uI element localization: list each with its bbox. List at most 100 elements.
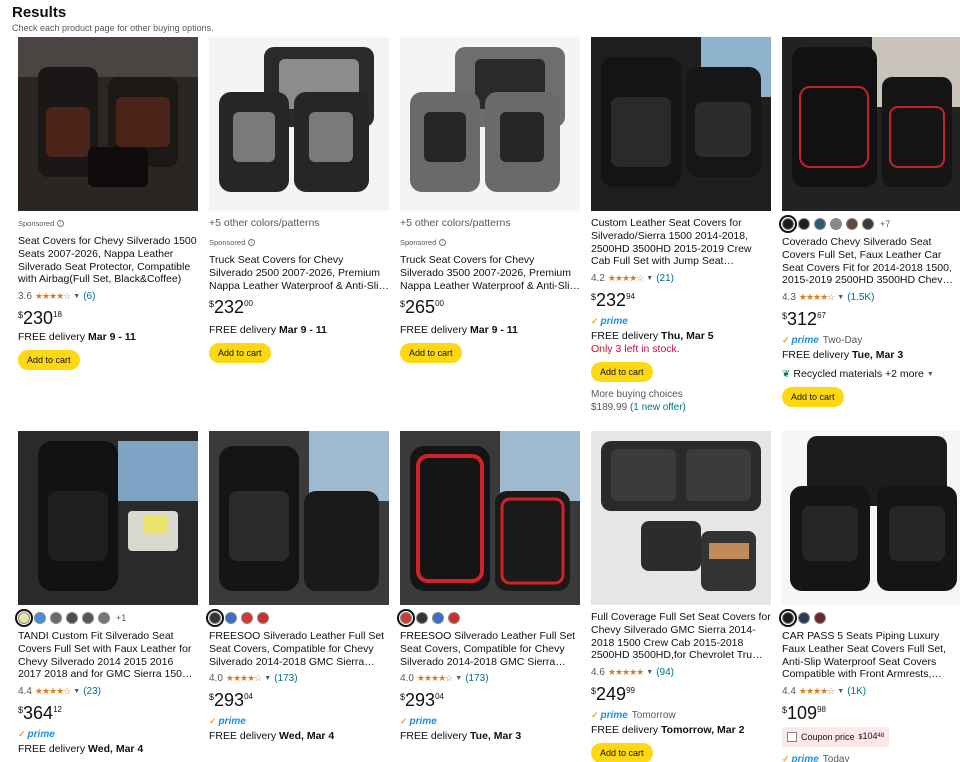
add-to-cart-button[interactable]: Add to cart: [782, 387, 844, 408]
sponsored-label[interactable]: Sponsored i: [209, 236, 389, 249]
star-rating-icon[interactable]: ★★★★☆: [35, 685, 71, 698]
info-icon[interactable]: i: [439, 239, 447, 246]
swatch[interactable]: [448, 612, 460, 624]
swatch[interactable]: [15, 609, 33, 627]
swatch[interactable]: [225, 612, 237, 624]
swatch[interactable]: [862, 218, 874, 230]
product-title[interactable]: Truck Seat Covers for Chevy Silverado 35…: [400, 254, 580, 292]
swatch[interactable]: [82, 612, 94, 624]
swatch[interactable]: [779, 215, 797, 233]
price[interactable]: $232 00: [209, 298, 389, 316]
chevron-down-icon[interactable]: ▼: [73, 685, 80, 698]
swatch[interactable]: [846, 218, 858, 230]
product-image[interactable]: [782, 37, 960, 211]
product-title[interactable]: Full Coverage Full Set Seat Covers for C…: [591, 611, 771, 662]
product-title[interactable]: FREESOO Silverado Leather Full Set Seat …: [209, 630, 389, 668]
rating-row[interactable]: 4.2 ★★★★☆ ▼ (21): [591, 272, 771, 285]
chevron-down-icon[interactable]: ▼: [837, 291, 844, 304]
product-image[interactable]: [400, 37, 580, 211]
chevron-down-icon[interactable]: ▼: [837, 685, 844, 698]
price[interactable]: $265 00: [400, 298, 580, 316]
product-title[interactable]: Coverado Chevy Silverado Seat Covers Ful…: [782, 236, 960, 287]
swatch[interactable]: [34, 612, 46, 624]
price[interactable]: $293 04: [209, 691, 389, 709]
info-icon[interactable]: i: [57, 220, 65, 227]
star-rating-icon[interactable]: ★★★★☆: [799, 291, 835, 304]
recycled-materials[interactable]: ❦ Recycled materials +2 more ▼: [782, 368, 960, 381]
review-count[interactable]: (173): [274, 672, 297, 685]
chevron-down-icon[interactable]: ▼: [646, 666, 653, 679]
product-image[interactable]: [18, 37, 198, 211]
swatch[interactable]: [206, 609, 224, 627]
product-title[interactable]: Seat Covers for Chevy Silverado 1500 Sea…: [18, 235, 198, 286]
coupon-checkbox[interactable]: [787, 732, 797, 743]
swatch[interactable]: [830, 218, 842, 230]
price[interactable]: $249 99: [591, 685, 771, 703]
info-icon[interactable]: i: [248, 239, 256, 246]
swatch[interactable]: [98, 612, 110, 624]
product-image[interactable]: [209, 37, 389, 211]
chevron-down-icon[interactable]: ▼: [264, 672, 271, 685]
review-count[interactable]: (1K): [847, 685, 866, 698]
review-count[interactable]: (21): [656, 272, 674, 285]
review-count[interactable]: (1.5K): [847, 291, 874, 304]
chevron-down-icon[interactable]: ▼: [73, 290, 80, 303]
rating-row[interactable]: 4.4 ★★★★☆ ▼ (1K): [782, 685, 960, 698]
star-rating-icon[interactable]: ★★★★☆: [226, 672, 262, 685]
new-offer-link[interactable]: (1 new offer): [630, 402, 686, 413]
colors-link[interactable]: +5 other colors/patterns: [209, 217, 389, 230]
rating-row[interactable]: 4.6 ★★★★★ ▼ (94): [591, 666, 771, 679]
rating-row[interactable]: 4.3 ★★★★☆ ▼ (1.5K): [782, 291, 960, 304]
product-image[interactable]: [400, 431, 580, 605]
rating-row[interactable]: 4.0 ★★★★☆ ▼ (173): [209, 672, 389, 685]
product-image[interactable]: [209, 431, 389, 605]
chevron-down-icon[interactable]: ▼: [927, 368, 934, 381]
swatch[interactable]: [779, 609, 797, 627]
chevron-down-icon[interactable]: ▼: [646, 272, 653, 285]
swatch[interactable]: [798, 612, 810, 624]
more-swatches[interactable]: +1: [116, 612, 126, 625]
colors-link[interactable]: +5 other colors/patterns: [400, 217, 580, 230]
rating-row[interactable]: 4.0 ★★★★☆ ▼ (173): [400, 672, 580, 685]
sponsored-label[interactable]: Sponsored i: [18, 217, 198, 230]
price[interactable]: $312 67: [782, 310, 960, 328]
add-to-cart-button[interactable]: Add to cart: [18, 350, 80, 371]
product-title[interactable]: TANDI Custom Fit Silverado Seat Covers F…: [18, 630, 198, 681]
product-title[interactable]: CAR PASS 5 Seats Piping Luxury Faux Leat…: [782, 630, 960, 681]
product-image[interactable]: [591, 431, 771, 605]
more-swatches[interactable]: +7: [880, 218, 890, 231]
swatch[interactable]: [432, 612, 444, 624]
swatch[interactable]: [798, 218, 810, 230]
product-title[interactable]: FREESOO Silverado Leather Full Set Seat …: [400, 630, 580, 668]
swatch[interactable]: [416, 612, 428, 624]
product-title[interactable]: Custom Leather Seat Covers for Silverado…: [591, 217, 771, 268]
star-rating-icon[interactable]: ★★★★☆: [417, 672, 453, 685]
add-to-cart-button[interactable]: Add to cart: [400, 343, 462, 364]
price[interactable]: $232 94: [591, 291, 771, 309]
price[interactable]: $109 98: [782, 704, 960, 722]
price[interactable]: $364 12: [18, 704, 198, 722]
swatch[interactable]: [66, 612, 78, 624]
product-image[interactable]: [18, 431, 198, 605]
swatch[interactable]: [241, 612, 253, 624]
swatch[interactable]: [50, 612, 62, 624]
star-rating-icon[interactable]: ★★★★★: [608, 666, 644, 679]
rating-row[interactable]: 3.6 ★★★★☆ ▼ (6): [18, 290, 198, 303]
coupon-badge[interactable]: Coupon price $10448: [782, 727, 890, 748]
rating-row[interactable]: 4.4 ★★★★☆ ▼ (23): [18, 685, 198, 698]
chevron-down-icon[interactable]: ▼: [455, 672, 462, 685]
sponsored-label[interactable]: Sponsored i: [400, 236, 580, 249]
star-rating-icon[interactable]: ★★★★☆: [35, 290, 71, 303]
review-count[interactable]: (94): [656, 666, 674, 679]
star-rating-icon[interactable]: ★★★★☆: [799, 685, 835, 698]
price[interactable]: $230 18: [18, 309, 198, 327]
product-image[interactable]: [782, 431, 960, 605]
star-rating-icon[interactable]: ★★★★☆: [608, 272, 644, 285]
add-to-cart-button[interactable]: Add to cart: [209, 343, 271, 364]
add-to-cart-button[interactable]: Add to cart: [591, 362, 653, 383]
review-count[interactable]: (173): [465, 672, 488, 685]
swatch[interactable]: [257, 612, 269, 624]
review-count[interactable]: (6): [83, 290, 95, 303]
swatch[interactable]: [814, 218, 826, 230]
product-image[interactable]: [591, 37, 771, 211]
